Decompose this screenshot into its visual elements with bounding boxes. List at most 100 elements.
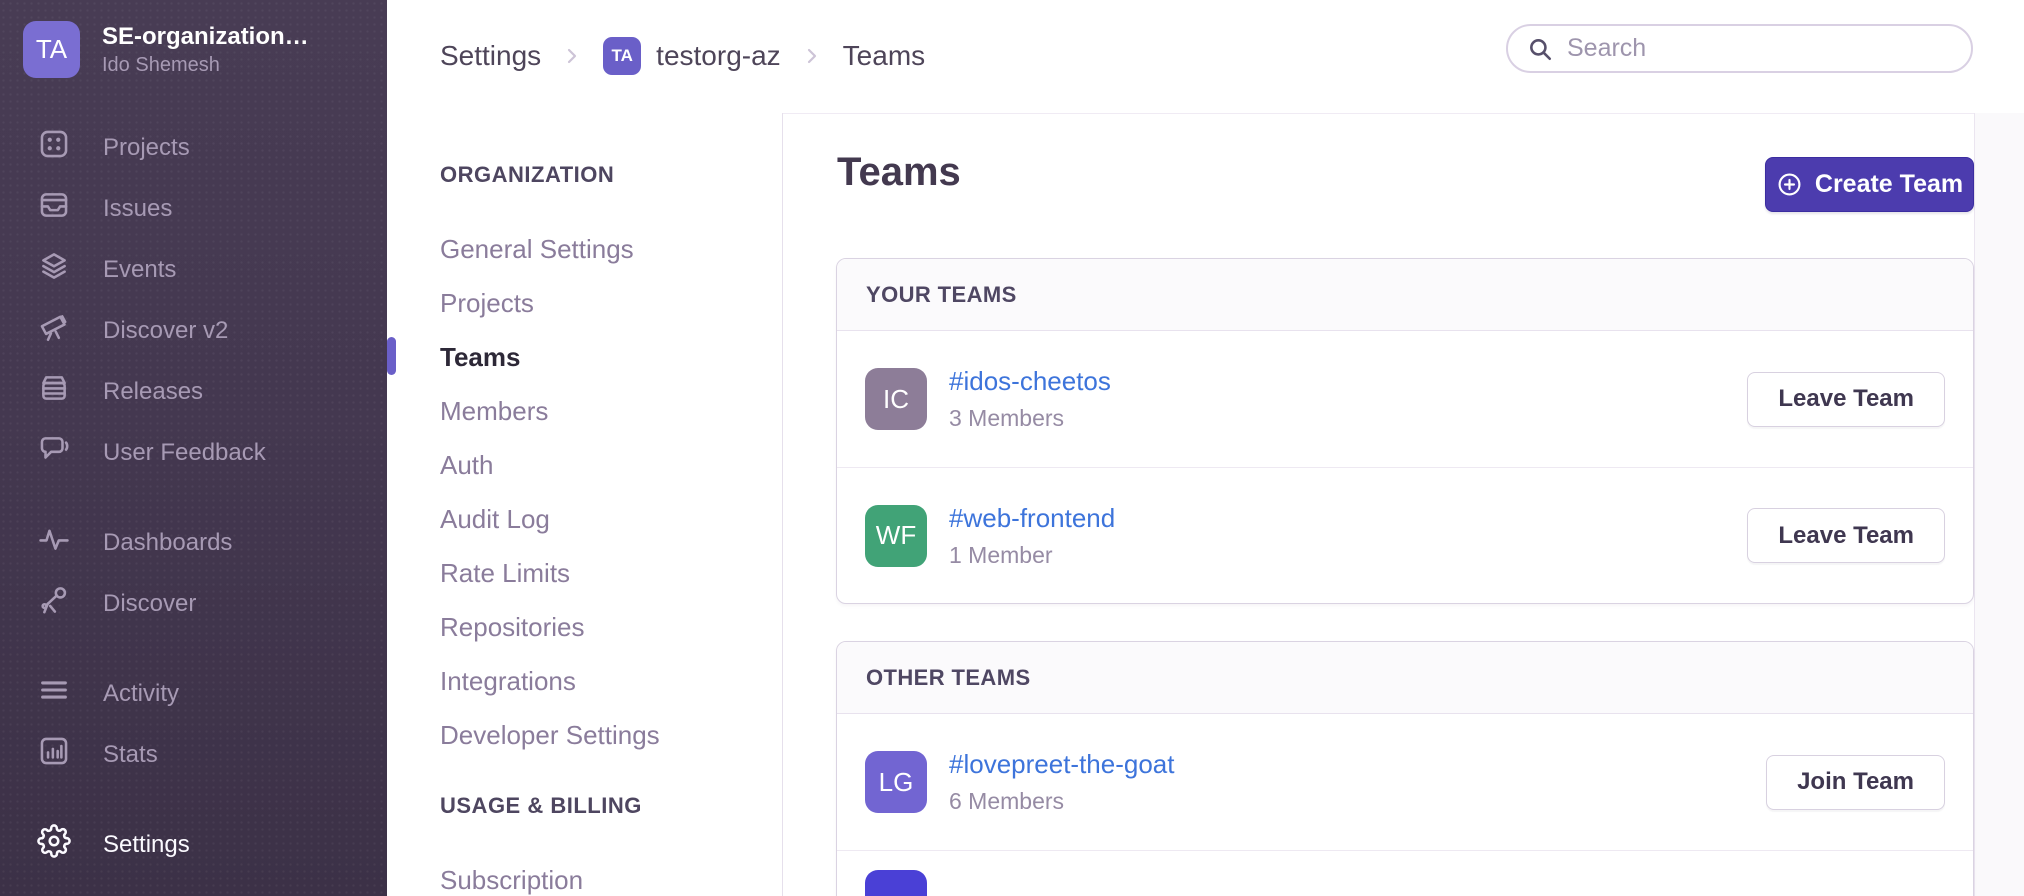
events-icon [37,249,71,290]
sidebar-nav: Projects Issues Events Discover v2 Relea… [0,117,387,875]
topbar: Settings TA testorg-az Teams [387,0,2024,114]
sidebar-item-label: Settings [103,831,190,859]
leave-team-button[interactable]: Leave Team [1747,372,1945,427]
settings-nav-header: ORGANIZATION [440,148,782,202]
settings-nav-group-organization: ORGANIZATION General Settings Projects T… [387,148,782,762]
activity-icon [37,673,71,714]
settings-nav-group-usage-billing: USAGE & BILLING Subscription [387,779,782,896]
team-avatar: LG [865,751,927,813]
stats-icon [37,734,71,775]
team-member-count: 1 Member [949,542,1115,569]
sidebar-item-events[interactable]: Events [0,239,387,300]
breadcrumb-teams[interactable]: Teams [843,40,925,72]
active-nav-indicator [387,337,396,375]
leave-team-button[interactable]: Leave Team [1747,508,1945,563]
settings-nav-item-auth[interactable]: Auth [440,438,782,492]
settings-nav-item-members[interactable]: Members [440,384,782,438]
team-row: IC #idos-cheetos 3 Members Leave Team [837,331,1973,467]
discover-v2-icon [37,310,71,351]
sidebar-item-issues[interactable]: Issues [0,178,387,239]
chevron-right-icon [800,44,824,68]
team-member-count: 3 Members [949,405,1111,432]
settings-nav-item-rate-limits[interactable]: Rate Limits [440,546,782,600]
breadcrumb-org[interactable]: TA testorg-az [603,37,781,75]
org-name: SE-organization… [102,21,309,52]
dashboards-icon [37,522,71,563]
releases-icon [37,371,71,412]
chevron-right-icon [560,44,584,68]
team-name-link[interactable]: #idos-cheetos [949,366,1111,397]
sidebar-item-label: Events [103,256,176,284]
sidebar-item-activity[interactable]: Activity [0,663,387,724]
search-input[interactable] [1565,33,1955,64]
org-meta: SE-organization… Ido Shemesh [102,21,309,78]
search-icon [1527,36,1553,62]
org-user-name: Ido Shemesh [102,52,309,78]
breadcrumb-settings[interactable]: Settings [440,40,541,72]
sidebar-item-label: Discover [103,590,196,618]
team-row-partial [837,850,1973,896]
sidebar-item-discover[interactable]: Discover [0,573,387,634]
team-row: WF #web-frontend 1 Member Leave Team [837,467,1973,603]
settings-nav-item-developer-settings[interactable]: Developer Settings [440,708,782,762]
sidebar-item-label: Projects [103,134,190,162]
sidebar-item-label: User Feedback [103,439,266,467]
panel-header-your-teams: YOUR TEAMS [837,259,1973,331]
page-title: Teams [837,150,961,195]
plus-circle-icon [1776,171,1803,198]
settings-nav-item-projects[interactable]: Projects [440,276,782,330]
org-switcher[interactable]: TA SE-organization… Ido Shemesh [0,0,387,78]
settings-nav-item-teams[interactable]: Teams [440,330,782,384]
issues-icon [37,188,71,229]
create-team-button[interactable]: Create Team [1765,157,1974,212]
sidebar-item-label: Stats [103,741,158,769]
content-right-gutter [1974,113,2024,896]
settings-nav-item-subscription[interactable]: Subscription [440,853,782,896]
other-teams-panel: OTHER TEAMS LG #lovepreet-the-goat 6 Mem… [836,641,1974,896]
settings-nav-header: USAGE & BILLING [440,779,782,833]
team-row: LG #lovepreet-the-goat 6 Members Join Te… [837,714,1973,850]
team-name-link[interactable]: #lovepreet-the-goat [949,749,1174,780]
create-team-label: Create Team [1815,170,1963,199]
sidebar-item-releases[interactable]: Releases [0,361,387,422]
projects-icon [37,127,71,168]
sidebar-item-stats[interactable]: Stats [0,724,387,785]
settings-nav-item-general-settings[interactable]: General Settings [440,222,782,276]
sidebar-item-dashboards[interactable]: Dashboards [0,512,387,573]
discover-icon [37,583,71,624]
team-member-count: 6 Members [949,788,1174,815]
sidebar-item-discover-v2[interactable]: Discover v2 [0,300,387,361]
search-box [1506,24,1973,73]
user-feedback-icon [37,432,71,473]
sidebar-item-user-feedback[interactable]: User Feedback [0,422,387,483]
team-info: #idos-cheetos 3 Members [949,366,1111,432]
org-badge: TA [603,37,641,75]
team-avatar: WF [865,505,927,567]
sidebar-group-main: Projects Issues Events Discover v2 Relea… [0,117,387,483]
settings-nav-item-integrations[interactable]: Integrations [440,654,782,708]
org-avatar: TA [23,21,80,78]
sidebar-item-settings[interactable]: Settings [0,814,387,875]
team-name-link[interactable]: #web-frontend [949,503,1115,534]
team-info: #lovepreet-the-goat 6 Members [949,749,1174,815]
sidebar-group-settings: Settings [0,814,387,875]
settings-nav-item-repositories[interactable]: Repositories [440,600,782,654]
panel-header-other-teams: OTHER TEAMS [837,642,1973,714]
sidebar-item-projects[interactable]: Projects [0,117,387,178]
sidebar-item-label: Releases [103,378,203,406]
team-avatar [865,870,927,896]
sidebar-group-activity: Activity Stats [0,663,387,785]
main-sidebar: TA SE-organization… Ido Shemesh Projects… [0,0,387,896]
sidebar-item-label: Issues [103,195,172,223]
settings-nav: ORGANIZATION General Settings Projects T… [387,113,783,896]
sidebar-group-discover: Dashboards Discover [0,512,387,634]
settings-nav-item-audit-log[interactable]: Audit Log [440,492,782,546]
your-teams-panel: YOUR TEAMS IC #idos-cheetos 3 Members Le… [836,258,1974,604]
sidebar-item-label: Activity [103,680,179,708]
join-team-button[interactable]: Join Team [1766,755,1945,810]
gear-icon [37,824,71,865]
app-window: TA SE-organization… Ido Shemesh Projects… [0,0,2024,896]
sidebar-item-label: Dashboards [103,529,232,557]
team-info: #web-frontend 1 Member [949,503,1115,569]
team-avatar: IC [865,368,927,430]
